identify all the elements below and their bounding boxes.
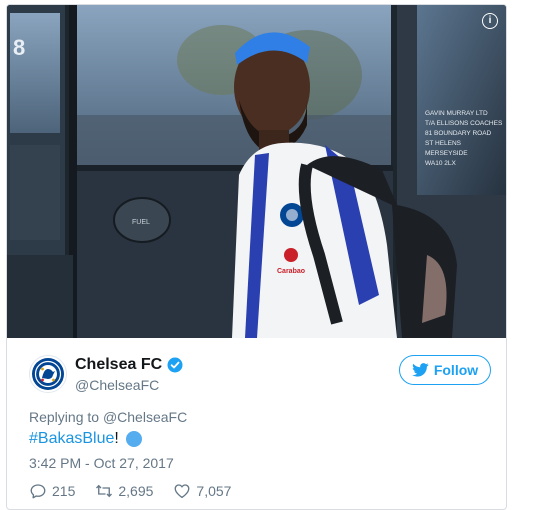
timestamp[interactable]: 3:42 PM - Oct 27, 2017 xyxy=(29,455,174,471)
fuel-label: FUEL xyxy=(132,219,150,226)
bus-text-line: T/A ELLISONS COACHES xyxy=(425,120,503,127)
display-name[interactable]: Chelsea FC xyxy=(75,356,183,374)
twitter-bird-icon xyxy=(411,363,429,377)
avatar[interactable] xyxy=(29,355,67,393)
reply-count: 215 xyxy=(52,483,76,499)
tweet-text-suffix: ! xyxy=(114,430,119,447)
retweet-count: 2,695 xyxy=(118,483,154,499)
heart-icon xyxy=(174,484,190,499)
bus-text-line: WA10 2LX xyxy=(425,160,456,167)
tweet-text: #BakasBlue ! xyxy=(29,430,142,448)
window-number: 8 xyxy=(13,35,25,60)
tweet-photo[interactable]: FUEL GAVIN MURRAY LTD T/A ELLISONS COACH… xyxy=(7,5,506,338)
bus-text-line: 81 BOUNDARY ROAD xyxy=(425,130,492,137)
reply-action[interactable]: 215 xyxy=(29,482,75,500)
like-count: 7,057 xyxy=(196,483,232,499)
replying-to-prefix: Replying to xyxy=(29,409,100,425)
replying-to: Replying to @ChelseaFC xyxy=(29,409,187,425)
photo-illustration: FUEL GAVIN MURRAY LTD T/A ELLISONS COACH… xyxy=(7,5,506,338)
display-name-text[interactable]: Chelsea FC xyxy=(75,356,162,374)
sponsor-label: Carabao xyxy=(277,268,305,275)
retweet-action[interactable]: 2,695 xyxy=(95,482,153,500)
bus-text-line: ST HELENS xyxy=(425,140,462,147)
follow-label: Follow xyxy=(433,362,479,378)
tweet-actions: 215 2,695 7,057 xyxy=(29,481,251,501)
hashtag-link[interactable]: #BakasBlue xyxy=(29,430,114,448)
reply-icon xyxy=(30,484,46,499)
like-action[interactable]: 7,057 xyxy=(173,482,231,500)
user-handle[interactable]: @ChelseaFC xyxy=(75,377,159,393)
user-row: Chelsea FC @ChelseaFC Follow xyxy=(29,353,491,395)
verified-badge-icon xyxy=(167,357,183,373)
retweet-icon xyxy=(96,484,113,498)
bus-text-line: GAVIN MURRAY LTD xyxy=(425,110,488,117)
follow-button[interactable]: Follow xyxy=(399,355,491,385)
info-icon[interactable]: i xyxy=(482,13,498,29)
chelsea-crest-icon xyxy=(32,358,64,390)
bus-text-line: MERSEYSIDE xyxy=(425,150,468,157)
tweet-card: FUEL GAVIN MURRAY LTD T/A ELLISONS COACH… xyxy=(6,4,507,510)
blue-circle-emoji xyxy=(125,431,142,447)
replying-to-link[interactable]: @ChelseaFC xyxy=(103,409,187,425)
